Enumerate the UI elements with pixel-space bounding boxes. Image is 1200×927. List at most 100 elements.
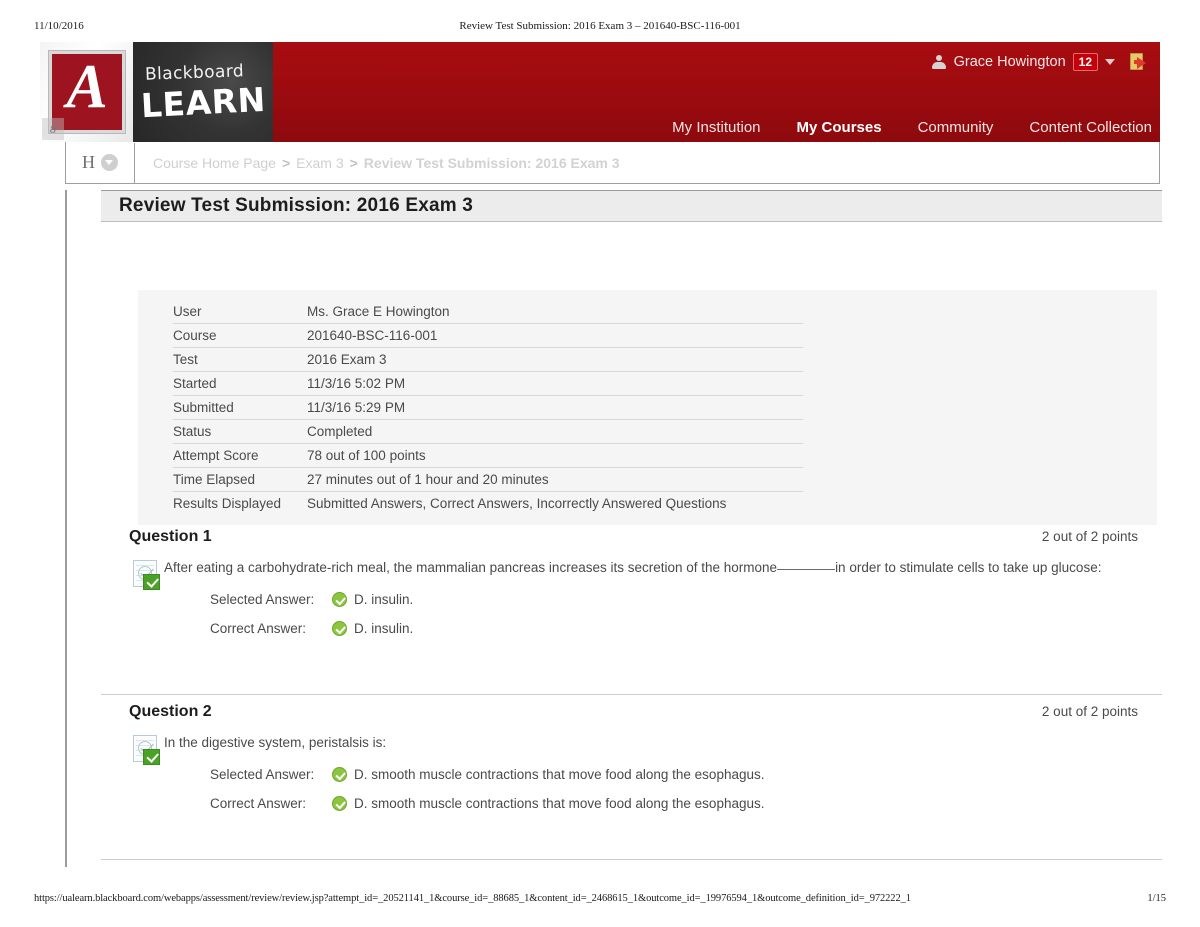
row-value: Ms. Grace E Howington xyxy=(307,300,803,324)
question-correct-document-icon xyxy=(133,735,161,765)
print-footer: https://ualearn.blackboard.com/webapps/a… xyxy=(0,893,1200,909)
question-points: 2 out of 2 points xyxy=(1041,529,1138,544)
table-row: Started 11/3/16 5:02 PM xyxy=(173,371,803,396)
row-label: Results Displayed xyxy=(173,496,282,511)
user-menu-button[interactable]: Grace Howington 12 xyxy=(924,50,1122,74)
question-header: Question 1 2 out of 2 points xyxy=(101,520,1162,558)
question-points: 2 out of 2 points xyxy=(1041,704,1138,719)
table-row: Submitted 11/3/16 5:29 PM xyxy=(173,395,803,420)
print-page-number: 1/15 xyxy=(1147,893,1166,904)
logo-left-panel: A 8 xyxy=(40,42,133,142)
row-value: Completed xyxy=(307,419,803,444)
question-header: Question 2 2 out of 2 points xyxy=(101,695,1162,733)
page-title: Review Test Submission: 2016 Exam 3 xyxy=(119,195,474,216)
fill-in-blank xyxy=(777,569,836,570)
attempt-summary-table: User Ms. Grace E Howington Course 201640… xyxy=(173,300,803,515)
course-menu-button[interactable]: H xyxy=(66,142,135,183)
blackboard-app: A 8 Blackboard LEARN Grace Howington 12 xyxy=(40,42,1162,867)
row-label: Status xyxy=(173,419,307,444)
row-label: Time Elapsed xyxy=(173,467,307,492)
question-title: Question 1 xyxy=(129,528,212,545)
row-value: 27 minutes out of 1 hour and 20 minutes xyxy=(307,467,803,492)
breadcrumb-separator-icon: > xyxy=(281,154,291,171)
selected-answer-label: Selected Answer: xyxy=(210,592,315,607)
correct-answer-label: Correct Answer: xyxy=(210,796,307,811)
selected-answer-row: Selected Answer: D. insulin. xyxy=(164,592,1162,607)
breadcrumb-bar: H Course Home Page > Exam 3 > Review Tes… xyxy=(65,142,1160,184)
correct-check-icon xyxy=(332,796,347,811)
user-name-label: Grace Howington xyxy=(953,54,1066,70)
institution-logo[interactable]: A 8 Blackboard LEARN xyxy=(40,42,273,142)
nav-item-my-institution[interactable]: My Institution xyxy=(672,119,760,136)
selected-answer-label: Selected Answer: xyxy=(210,767,315,782)
learn-word: LEARN xyxy=(140,79,267,126)
print-document-title: Review Test Submission: 2016 Exam 3 – 20… xyxy=(459,20,741,32)
row-label: Test xyxy=(173,347,307,372)
row-value: 78 out of 100 points xyxy=(307,443,803,468)
correct-check-icon xyxy=(332,621,347,636)
breadcrumb-item-current: Review Test Submission: 2016 Exam 3 xyxy=(363,154,620,171)
question-text: In the digestive system, peristalsis is: xyxy=(164,735,387,750)
print-header: 11/10/2016 Review Test Submission: 2016 … xyxy=(0,20,1200,36)
table-row: Time Elapsed 27 minutes out of 1 hour an… xyxy=(173,467,803,492)
correct-check-icon xyxy=(332,767,347,782)
logout-icon[interactable] xyxy=(1130,52,1152,72)
row-value: 11/3/16 5:02 PM xyxy=(307,371,803,396)
selected-answer-row: Selected Answer: D. smooth muscle contra… xyxy=(164,767,1162,782)
question-title: Question 2 xyxy=(129,703,212,720)
question-correct-document-icon xyxy=(133,560,161,590)
row-value: 2016 Exam 3 xyxy=(307,347,803,372)
logo-corner-mark: 8 xyxy=(42,118,64,140)
print-url: https://ualearn.blackboard.com/webapps/a… xyxy=(34,893,911,904)
correct-answer-row: Correct Answer: D. smooth muscle contrac… xyxy=(164,796,1162,811)
page-title-bar: Review Test Submission: 2016 Exam 3 xyxy=(101,190,1162,222)
blackboard-learn-wordmark: Blackboard LEARN xyxy=(133,42,273,142)
question-block: Question 1 2 out of 2 points After eatin… xyxy=(101,520,1162,695)
nav-item-content-collection[interactable]: Content Collection xyxy=(1029,119,1152,136)
row-label: Attempt Score xyxy=(173,443,307,468)
table-row: Status Completed xyxy=(173,419,803,444)
selected-answer-value: D. insulin. xyxy=(354,592,414,607)
row-value: 11/3/16 5:29 PM xyxy=(307,395,803,420)
table-row: Test 2016 Exam 3 xyxy=(173,347,803,372)
question-text-after-blank: in order to stimulate cells to take up g… xyxy=(835,560,1102,575)
correct-answer-label: Correct Answer: xyxy=(210,621,307,636)
nav-item-community[interactable]: Community xyxy=(918,119,994,136)
question-body: After eating a carbohydrate-rich meal, t… xyxy=(101,558,1162,636)
breadcrumb: Course Home Page > Exam 3 > Review Test … xyxy=(135,155,620,171)
breadcrumb-item-exam-3[interactable]: Exam 3 xyxy=(296,155,343,171)
row-value: 201640-BSC-116-001 xyxy=(307,323,803,348)
row-label: Course xyxy=(173,323,307,348)
row-label: Submitted xyxy=(173,395,307,420)
nav-item-my-courses[interactable]: My Courses xyxy=(797,119,882,136)
question-block: Question 2 2 out of 2 points In the dige… xyxy=(101,695,1162,860)
attempt-summary-panel: User Ms. Grace E Howington Course 201640… xyxy=(138,290,1157,525)
table-row: Results Displayed Submitted Answers, Cor… xyxy=(173,492,803,516)
table-row: Attempt Score 78 out of 100 points xyxy=(173,443,803,468)
table-row: Course 201640-BSC-116-001 xyxy=(173,323,803,348)
user-strip: Grace Howington 12 xyxy=(924,48,1152,76)
row-label: User xyxy=(173,300,307,324)
primary-navigation: My Institution My Courses Community Cont… xyxy=(672,119,1152,136)
question-body: In the digestive system, peristalsis is:… xyxy=(101,733,1162,811)
correct-answer-row: Correct Answer: D. insulin. xyxy=(164,621,1162,636)
breadcrumb-separator-icon: > xyxy=(349,154,358,171)
correct-answer-value: D. insulin. xyxy=(354,621,414,636)
question-text: After eating a carbohydrate-rich meal, t… xyxy=(164,558,1104,578)
selected-answer-value: D. smooth muscle contractions that move … xyxy=(354,767,765,782)
alabama-a-letter: A xyxy=(66,53,108,121)
row-label: Started xyxy=(173,371,307,396)
course-initial-label: H xyxy=(82,152,95,172)
notification-count-badge[interactable]: 12 xyxy=(1072,53,1098,71)
avatar-icon xyxy=(931,54,947,70)
breadcrumb-item-course-home[interactable]: Course Home Page xyxy=(153,155,276,171)
correct-check-icon xyxy=(332,592,347,607)
row-value: Submitted Answers, Correct Answers, Inco… xyxy=(307,496,727,511)
table-row: User Ms. Grace E Howington xyxy=(173,300,803,324)
chevron-down-icon[interactable] xyxy=(101,154,118,171)
question-text-before-blank: After eating a carbohydrate-rich meal, t… xyxy=(164,560,778,575)
global-header: A 8 Blackboard LEARN Grace Howington 12 xyxy=(40,42,1160,142)
correct-answer-value: D. smooth muscle contractions that move … xyxy=(354,796,765,811)
content-area: Review Test Submission: 2016 Exam 3 User… xyxy=(65,190,1162,867)
chevron-down-icon[interactable] xyxy=(1105,59,1115,65)
